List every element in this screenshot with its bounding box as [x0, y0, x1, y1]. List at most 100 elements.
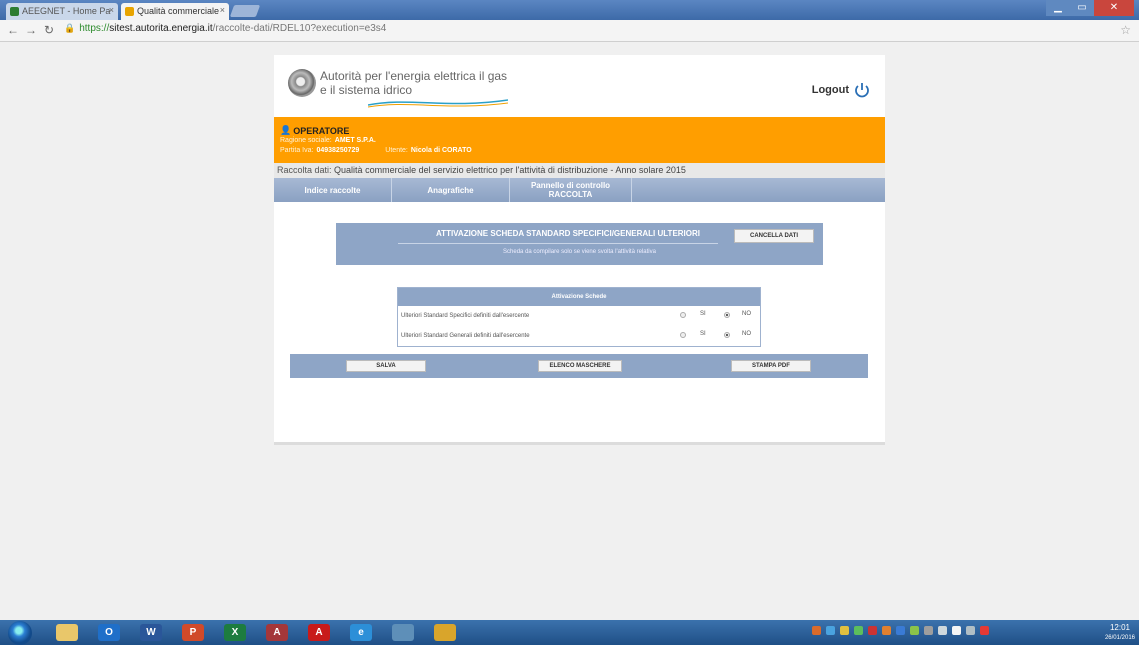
browser-titlebar: AEEGNET - Home Pa × Qualità commerciale … — [0, 0, 1139, 20]
excel-icon[interactable]: X — [224, 624, 246, 641]
operator-title-label: OPERATORE — [293, 125, 350, 136]
tab-label: Qualità commerciale — [137, 6, 220, 16]
clock-time: 12:01 — [1109, 623, 1130, 632]
page-container: Autorità per l'energia elettrica il gas … — [274, 55, 885, 445]
system-tray — [812, 626, 989, 635]
operator-title: 👤 OPERATORE — [280, 125, 349, 136]
radio-si-specifici[interactable] — [680, 312, 686, 318]
windows-taskbar: O W P X A Ae 12:01 26/01/2016 — [0, 620, 1139, 645]
radio-si-generali[interactable] — [680, 332, 686, 338]
menu-pannello-controllo[interactable]: Pannello di controllo RACCOLTA — [510, 178, 632, 202]
logout-label: Logout — [811, 84, 849, 96]
divider — [398, 243, 718, 244]
reload-icon[interactable]: ↻ — [42, 23, 56, 37]
main-menu: Indice raccolte Anagrafiche Pannello di … — [274, 178, 885, 202]
tray-icon[interactable] — [938, 626, 947, 635]
tray-icon[interactable] — [882, 626, 891, 635]
tab-qualita[interactable]: Qualità commerciale × — [121, 3, 229, 20]
tray-icon[interactable] — [868, 626, 877, 635]
address-bar: ← → ↻ 🔒 https://sitest.autorita.energia.i… — [0, 20, 1139, 42]
cancella-dati-button[interactable]: CANCELLA DATI — [734, 229, 814, 243]
raccolta-bar: Raccolta dati: Qualità commerciale del s… — [274, 163, 885, 178]
new-tab-button[interactable] — [229, 5, 261, 17]
menu-label: Indice raccolte — [304, 185, 361, 195]
operator-panel: 👤 OPERATORE Ragione sociale: AMET S.P.A. … — [274, 117, 885, 163]
folder-icon[interactable] — [56, 624, 78, 641]
option-no-label: NO — [742, 311, 751, 317]
attivazione-note: Scheda da compilare solo se viene svolta… — [503, 249, 656, 255]
table-row: Ulteriori Standard Specifici definiti da… — [398, 306, 760, 326]
tray-icon[interactable] — [826, 626, 835, 635]
close-icon[interactable]: × — [220, 5, 225, 15]
schede-header: Attivazione Schede — [398, 288, 760, 306]
wave-logo-icon — [368, 99, 508, 108]
lock-icon: 🔒 — [64, 23, 76, 33]
brand-logo: Autorità per l'energia elettrica il gas … — [288, 65, 548, 111]
tray-icon[interactable] — [910, 626, 919, 635]
emblem-icon — [288, 69, 316, 97]
attivazione-title: ATTIVAZIONE SCHEDA STANDARD SPECIFICI/GE… — [436, 229, 701, 238]
tab-aeegnet[interactable]: AEEGNET - Home Pa × — [6, 3, 118, 20]
forward-arrow-icon[interactable]: → — [24, 23, 38, 37]
row-label: Ulteriori Standard Specifici definiti da… — [401, 313, 530, 319]
elenco-maschere-button[interactable]: ELENCO MASCHERE — [538, 360, 622, 372]
outlook-icon[interactable]: O — [98, 624, 120, 641]
access-icon[interactable]: A — [266, 624, 288, 641]
menu-label-sub: RACCOLTA — [548, 190, 593, 199]
menu-anagrafiche[interactable]: Anagrafiche — [392, 178, 510, 202]
clock[interactable]: 12:01 26/01/2016 — [1105, 623, 1135, 643]
close-icon[interactable]: × — [109, 5, 114, 15]
back-arrow-icon[interactable]: ← — [6, 23, 20, 37]
media-icon[interactable] — [392, 624, 414, 641]
option-no-label: NO — [742, 331, 751, 337]
tab-label: AEEGNET - Home Pa — [22, 6, 111, 16]
ragione-value: AMET S.P.A. — [334, 137, 376, 144]
ie-icon[interactable]: e — [350, 624, 372, 641]
utente-value: Nicola di CORATO — [410, 147, 472, 154]
windows-start-icon[interactable] — [8, 621, 32, 645]
menu-label: Anagrafiche — [427, 185, 474, 195]
raccolta-label: Raccolta dati: — [277, 165, 332, 175]
url-field[interactable]: 🔒 https://sitest.autorita.energia.it/racc… — [64, 23, 386, 34]
stampa-pdf-button[interactable]: STAMPA PDF — [731, 360, 811, 372]
maximize-button[interactable]: ▭ — [1070, 0, 1094, 16]
table-row: Ulteriori Standard Generali definiti dal… — [398, 326, 760, 346]
flag-icon[interactable] — [980, 626, 989, 635]
attivazione-panel: ATTIVAZIONE SCHEDA STANDARD SPECIFICI/GE… — [336, 223, 823, 265]
attivazione-schede-table: Attivazione Schede Ulteriori Standard Sp… — [397, 287, 761, 347]
chrome-icon[interactable] — [434, 624, 456, 641]
menu-label: Pannello di controllo — [530, 181, 611, 190]
tray-icon[interactable] — [854, 626, 863, 635]
ragione-label: Ragione sociale: — [280, 137, 332, 144]
action-bar: SALVA ELENCO MASCHERE STAMPA PDF — [290, 354, 868, 378]
tray-icon[interactable] — [896, 626, 905, 635]
power-icon — [855, 83, 869, 98]
radio-no-specifici[interactable] — [724, 312, 730, 318]
tray-icon[interactable] — [840, 626, 849, 635]
option-si-label: SI — [700, 331, 706, 337]
url-scheme: https:// — [79, 23, 110, 34]
operator-ragione-row: Ragione sociale: AMET S.P.A. — [280, 137, 376, 144]
tray-icon[interactable] — [812, 626, 821, 635]
user-icon: 👤 — [280, 125, 292, 135]
tray-icon[interactable] — [952, 626, 961, 635]
operator-piva-row: Partita Iva: 04938250729 Utente: Nicola di … — [280, 147, 472, 154]
salva-button[interactable]: SALVA — [346, 360, 426, 372]
tray-icon[interactable] — [966, 626, 975, 635]
radio-no-generali[interactable] — [724, 332, 730, 338]
piva-value: 04938250729 — [316, 147, 360, 154]
url-host: sitest.autorita.energia.it — [109, 23, 213, 34]
raccolta-value: Qualità commerciale del servizio elettri… — [334, 165, 686, 175]
menu-indice-raccolte[interactable]: Indice raccolte — [274, 178, 392, 202]
clock-date: 26/01/2016 — [1104, 635, 1135, 641]
bookmark-star-icon[interactable]: ☆ — [1120, 23, 1131, 37]
logout-button[interactable]: Logout — [812, 81, 871, 99]
acrobat-icon[interactable]: A — [308, 624, 330, 641]
minimize-button[interactable]: ▁ — [1046, 0, 1070, 16]
tray-icon[interactable] — [924, 626, 933, 635]
word-icon[interactable]: W — [140, 624, 162, 641]
url-path: /raccolte-dati/RDEL10?execution=e3s4 — [212, 23, 387, 34]
close-window-button[interactable]: ✕ — [1094, 0, 1134, 16]
powerpoint-icon[interactable]: P — [182, 624, 204, 641]
qualita-favicon-icon — [125, 7, 134, 16]
